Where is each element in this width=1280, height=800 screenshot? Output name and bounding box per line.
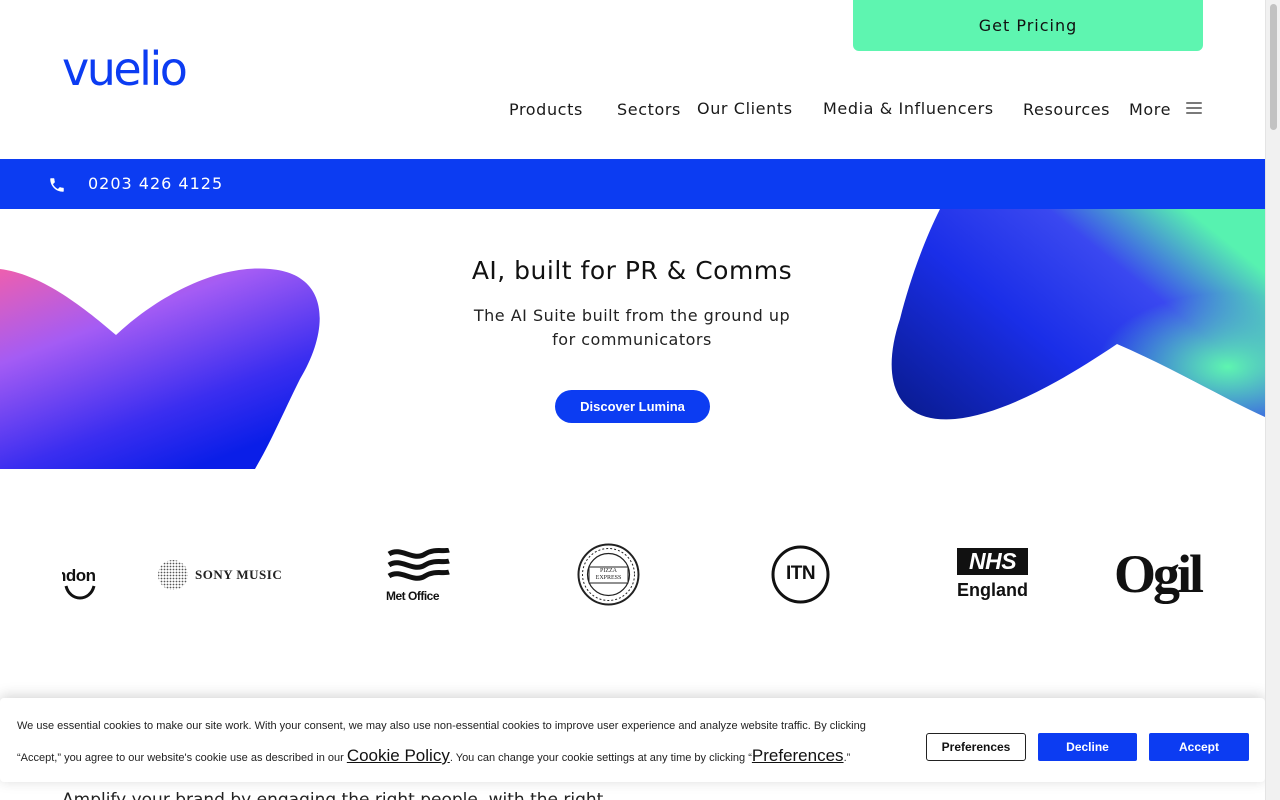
preferences-link[interactable]: Preferences (752, 746, 844, 765)
nav-item-more[interactable]: More (1129, 100, 1171, 119)
nav-item-our-clients[interactable]: Our Clients (697, 99, 793, 118)
met-office-waves-icon (387, 548, 450, 581)
pizza-express-logo: PIZZA EXPRESS (577, 543, 640, 606)
hero-left-blob (0, 268, 320, 469)
vertical-scrollbar[interactable] (1265, 0, 1280, 800)
phone-icon (50, 178, 64, 192)
ndon-logo-partial: ndon (62, 566, 98, 606)
sony-music-grid-icon (158, 560, 188, 590)
cookie-text-part-1: We use essential cookies to make our sit… (17, 720, 866, 732)
nav-item-media-influencers[interactable]: Media & Influencers (823, 99, 994, 118)
intro-paragraph: Amplify your brand by engaging the right… (62, 790, 604, 800)
ogilvy-logo-partial: Ogil (1113, 542, 1205, 606)
hero-title: AI, built for PR & Comms (471, 256, 793, 285)
cookie-preferences-button[interactable]: Preferences (926, 733, 1026, 761)
vuelio-logo[interactable]: vuelio (62, 46, 188, 92)
hero-subtitle: The AI Suite built from the ground up fo… (452, 304, 812, 352)
itn-logo: ITN (771, 545, 830, 604)
nav-item-resources[interactable]: Resources (1023, 100, 1110, 119)
cookie-text-part-2: “Accept,” you agree to our website's coo… (17, 752, 347, 764)
ogilvy-text: Ogil (1114, 544, 1204, 604)
itn-text: ITN (785, 563, 816, 584)
pizza-express-text: PIZZA EXPRESS (595, 568, 622, 581)
nav-item-products[interactable]: Products (509, 100, 583, 119)
england-text: England (957, 580, 1028, 600)
cookie-policy-link[interactable]: Cookie Policy (347, 746, 450, 765)
hamburger-icon[interactable] (1186, 102, 1202, 114)
cookie-banner: We use essential cookies to make our sit… (0, 698, 1265, 782)
cookie-banner-text: We use essential cookies to make our sit… (17, 712, 897, 773)
met-office-text: Met Office (386, 589, 440, 603)
cookie-text-part-3: . You can change your cookie settings at… (449, 752, 752, 764)
sony-music-text: SONY MUSIC (195, 567, 283, 582)
page: vuelio Get Pricing Products Sectors Our … (0, 0, 1265, 800)
hero-subtitle-line-1: The AI Suite built from the ground up (473, 306, 791, 325)
nav-item-sectors[interactable]: Sectors (617, 100, 681, 119)
discover-lumina-button[interactable]: Discover Lumina (555, 390, 710, 423)
scrollbar-thumb[interactable] (1270, 4, 1277, 130)
nhs-box: NHS (957, 548, 1028, 575)
nhs-england-logo: NHS England (956, 548, 1030, 604)
cookie-text-part-4: .” (843, 752, 851, 764)
nhs-text: NHS (968, 548, 1017, 574)
get-pricing-button[interactable]: Get Pricing (853, 0, 1203, 51)
sony-music-logo: SONY MUSIC (157, 559, 297, 591)
cookie-accept-button[interactable]: Accept (1149, 733, 1249, 761)
met-office-logo: Met Office (386, 548, 452, 604)
cookie-decline-button[interactable]: Decline (1038, 733, 1137, 761)
hero-right-blob (891, 209, 1265, 420)
phone-number-link[interactable]: 0203 426 4125 (88, 174, 223, 193)
hero-subtitle-line-2: for communicators (552, 330, 712, 349)
